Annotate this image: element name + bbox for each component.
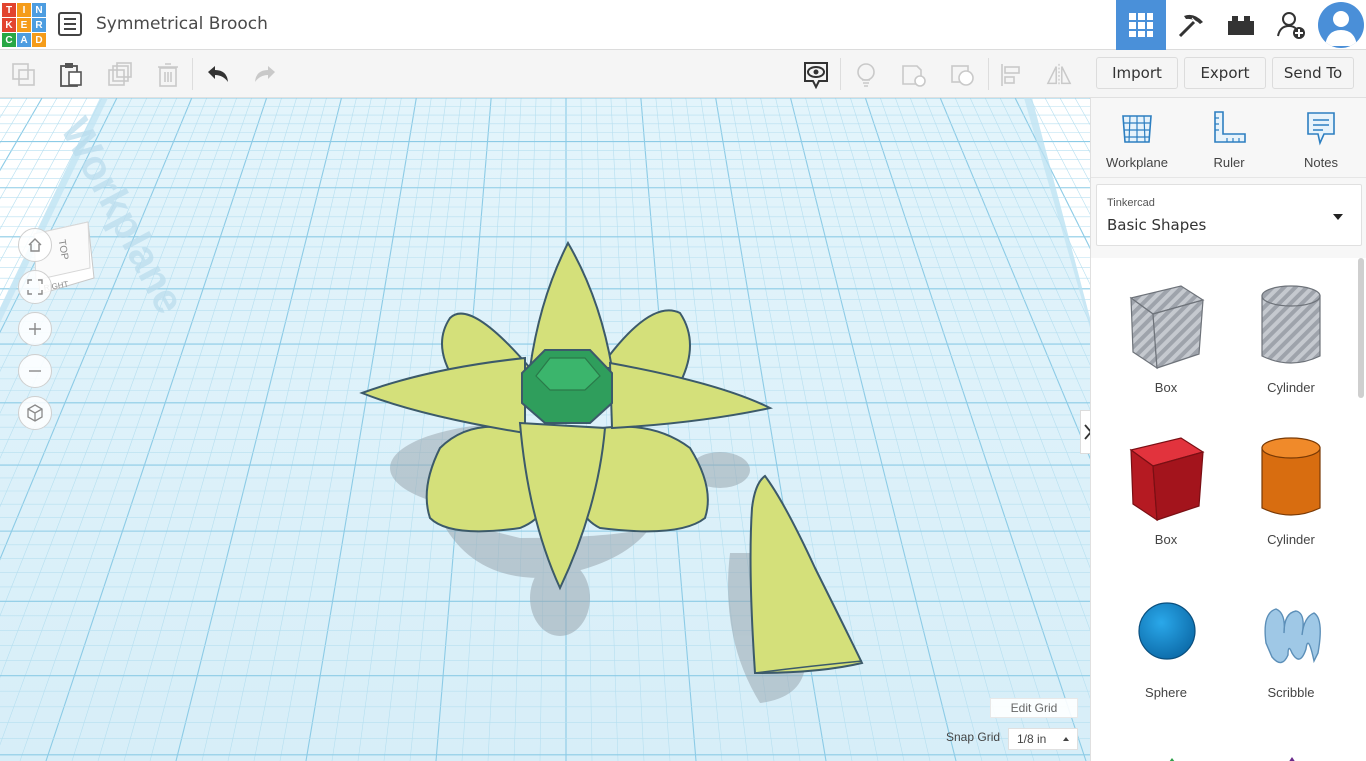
logo-letter: N <box>32 3 46 17</box>
zoom-in-icon[interactable] <box>18 312 52 346</box>
sphere-icon <box>1138 602 1196 660</box>
logo-letter: C <box>2 33 16 47</box>
zoom-out-icon[interactable] <box>18 354 52 388</box>
cylinder-solid-icon <box>1261 437 1321 516</box>
mirror-icon[interactable] <box>1046 62 1072 88</box>
snap-grid-label: Snap Grid <box>946 730 1001 744</box>
cylinder-hole-icon <box>1261 285 1321 364</box>
tinkercad-logo[interactable]: TIN KER CAD <box>0 0 46 48</box>
next-shape-peek-purple <box>1286 753 1298 761</box>
shape-label: Box <box>1154 380 1178 395</box>
snap-grid-value: 1/8 in <box>1017 732 1047 746</box>
logo-letter: A <box>17 33 31 47</box>
library-name: Basic Shapes <box>1107 216 1207 234</box>
caret-up-icon <box>1063 737 1069 741</box>
box-solid-icon <box>1129 437 1205 522</box>
notes-tool-button[interactable]: Notes <box>1281 110 1361 170</box>
copy-icon[interactable] <box>11 62 37 88</box>
add-user-icon[interactable] <box>1266 0 1316 50</box>
logo-letter: T <box>2 3 16 17</box>
shape-label: Scribble <box>1267 685 1315 700</box>
shape-label: Cylinder <box>1267 532 1315 547</box>
shape-label: Cylinder <box>1267 380 1315 395</box>
redo-icon[interactable] <box>252 62 278 88</box>
undo-icon[interactable] <box>205 62 231 88</box>
shapes-panel: Workplane Ruler Notes Tinkercad Basic Sh… <box>1090 98 1366 761</box>
panel-scrollbar[interactable] <box>1358 258 1364 398</box>
logo-letter: E <box>17 18 31 32</box>
workplane-icon <box>1122 115 1152 143</box>
codeblocks-pickaxe-icon[interactable] <box>1166 0 1216 50</box>
perspective-cube-icon[interactable] <box>18 396 52 430</box>
import-button[interactable]: Import <box>1096 57 1178 89</box>
3d-workspace[interactable]: Workplane TOP RIGHT Edit Grid Snap Grid … <box>0 98 1090 761</box>
chevron-down-icon <box>1333 214 1343 220</box>
lightbulb-icon[interactable] <box>853 62 879 88</box>
logo-letter: D <box>32 33 46 47</box>
list-icon[interactable] <box>58 12 82 36</box>
notes-tool-label: Notes <box>1304 155 1338 170</box>
shape-label: Box <box>1154 532 1178 547</box>
header-nav <box>1116 0 1366 50</box>
edit-grid-button[interactable]: Edit Grid <box>990 698 1078 718</box>
workplane-tool-label: Workplane <box>1106 155 1168 170</box>
shape-box-solid[interactable]: Box <box>1111 428 1221 558</box>
ruler-tool-button[interactable]: Ruler <box>1189 110 1269 170</box>
box-hole-icon <box>1129 285 1205 370</box>
logo-letter: I <box>17 3 31 17</box>
group-icon[interactable] <box>901 62 927 88</box>
shape-label: Sphere <box>1145 685 1187 700</box>
send-to-button[interactable]: Send To <box>1272 57 1354 89</box>
ruler-icon <box>1214 111 1246 143</box>
top-header: TIN KER CAD Symmetrical Brooch <box>0 0 1366 50</box>
toolbar-divider <box>192 58 193 90</box>
ungroup-icon[interactable] <box>950 62 976 88</box>
scribble-icon <box>1264 608 1321 664</box>
snap-grid-select[interactable]: 1/8 in <box>1008 728 1078 750</box>
logo-letter: R <box>32 18 46 32</box>
design-title[interactable]: Symmetrical Brooch <box>96 14 268 34</box>
shape-library-dropdown[interactable]: Tinkercad Basic Shapes <box>1096 184 1362 246</box>
notes-visibility-icon[interactable] <box>803 62 829 89</box>
edit-toolbar: Import Export Send To <box>0 50 1366 98</box>
next-shape-peek-green <box>1166 753 1178 761</box>
shape-box-hole[interactable]: Box <box>1111 276 1221 406</box>
shape-cylinder-solid[interactable]: Cylinder <box>1236 428 1346 558</box>
tinkercad-app: TIN KER CAD Symmetrical Brooch Import Expo… <box>0 0 1366 761</box>
shape-grid: Box Cylinder Box Cylinder Sphere Scribbl… <box>1091 258 1366 761</box>
toolbar-divider <box>840 58 841 90</box>
fit-view-icon[interactable] <box>18 270 52 304</box>
avatar-icon[interactable] <box>1318 2 1364 48</box>
delete-icon[interactable] <box>155 62 181 88</box>
shape-sphere[interactable]: Sphere <box>1111 583 1221 713</box>
export-button[interactable]: Export <box>1184 57 1266 89</box>
bricks-lego-icon[interactable] <box>1216 0 1266 50</box>
toolbar-divider <box>988 58 989 90</box>
shape-scribble[interactable]: Scribble <box>1236 583 1346 713</box>
notes-icon <box>1307 112 1335 146</box>
duplicate-icon[interactable] <box>107 62 133 88</box>
logo-letter: K <box>2 18 16 32</box>
library-category: Tinkercad <box>1107 197 1155 209</box>
3d-design-grid-icon[interactable] <box>1116 0 1166 50</box>
home-icon[interactable] <box>18 228 52 262</box>
workplane-tool-button[interactable]: Workplane <box>1097 110 1177 170</box>
shape-cylinder-hole[interactable]: Cylinder <box>1236 276 1346 406</box>
workplane-grid[interactable]: Workplane <box>0 98 1090 761</box>
align-icon[interactable] <box>999 62 1025 88</box>
panel-tools: Workplane Ruler Notes <box>1091 98 1366 178</box>
ruler-tool-label: Ruler <box>1213 155 1245 170</box>
paste-icon[interactable] <box>58 62 84 88</box>
